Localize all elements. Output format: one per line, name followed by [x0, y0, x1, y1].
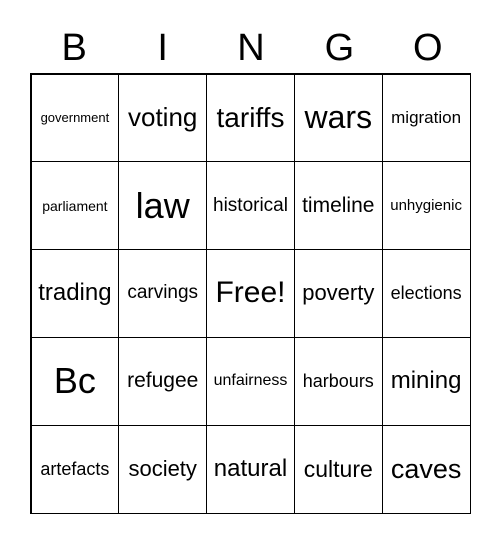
bingo-cell[interactable]: tariffs — [206, 73, 295, 163]
bingo-cell[interactable]: society — [118, 424, 208, 514]
bingo-cell[interactable]: Bc — [30, 336, 120, 426]
bingo-cell[interactable]: elections — [381, 249, 471, 338]
bingo-cell[interactable]: culture — [293, 424, 383, 514]
bingo-cell[interactable]: migration — [381, 73, 471, 163]
bingo-cell[interactable]: natural — [206, 424, 295, 514]
bingo-cell[interactable]: refugee — [118, 336, 208, 426]
bingo-cell[interactable]: government — [30, 73, 120, 163]
header-letter-o: O — [413, 27, 443, 69]
bingo-cell[interactable]: artefacts — [30, 424, 120, 514]
free-space-cell[interactable]: Free! — [206, 249, 295, 338]
bingo-cell[interactable]: parliament — [30, 161, 120, 251]
header-letter-i: I — [157, 27, 168, 69]
bingo-cell[interactable]: mining — [381, 336, 471, 426]
bingo-cell[interactable]: poverty — [293, 249, 383, 338]
bingo-grid: government voting tariffs wars migration parl… — [30, 73, 471, 514]
bingo-cell[interactable]: trading — [30, 249, 120, 338]
bingo-cell[interactable]: unhygienic — [381, 161, 471, 251]
header-letter-g: G — [324, 27, 355, 69]
bingo-cell[interactable]: historical — [206, 161, 295, 251]
bingo-cell[interactable]: timeline — [293, 161, 383, 251]
bingo-header: B I N G O — [30, 26, 472, 70]
bingo-cell[interactable]: law — [118, 161, 208, 251]
bingo-cell[interactable]: unfairness — [206, 336, 295, 426]
bingo-cell[interactable]: harbours — [293, 336, 383, 426]
bingo-cell[interactable]: voting — [118, 73, 208, 163]
bingo-cell[interactable]: wars — [293, 73, 383, 163]
header-letter-n: N — [237, 27, 265, 69]
bingo-cell[interactable]: carvings — [118, 249, 208, 338]
bingo-cell[interactable]: caves — [381, 424, 471, 514]
header-letter-b: B — [61, 27, 87, 69]
